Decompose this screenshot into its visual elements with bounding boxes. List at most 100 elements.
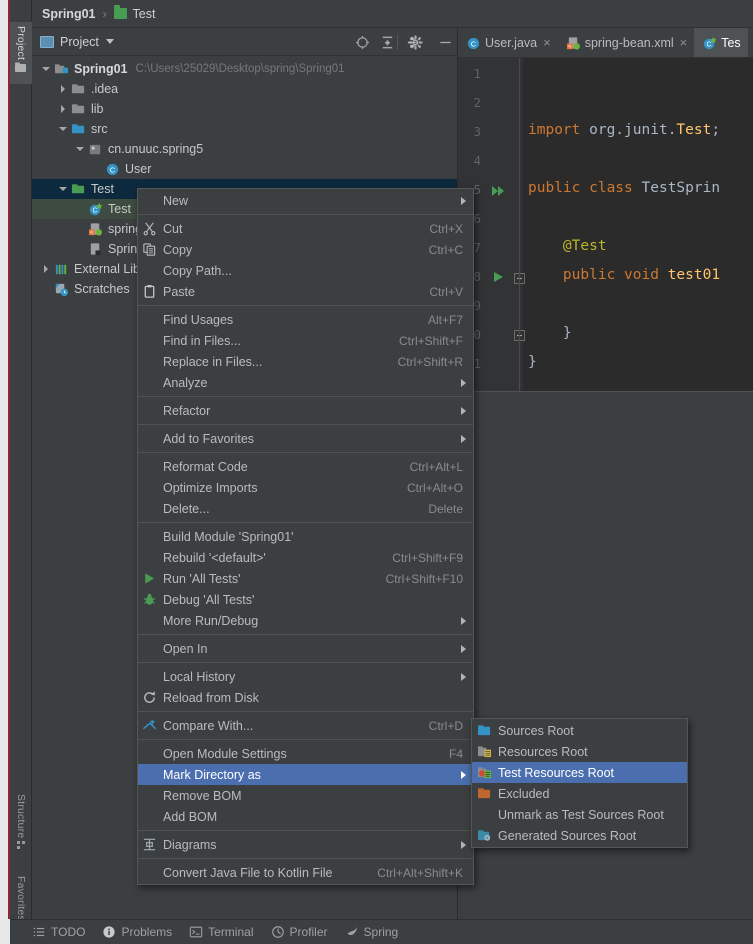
submenu-arrow-icon (461, 407, 466, 415)
menu-item-cut[interactable]: Cut Ctrl+X (138, 218, 473, 239)
menu-item-label: Diagrams (163, 837, 217, 852)
expand-all-icon[interactable] (380, 35, 395, 50)
editor-tab-spring-bean-xml[interactable]: < spring-bean.xml × (558, 28, 695, 57)
chevron-down-icon[interactable] (59, 185, 68, 194)
menu-item-copy[interactable]: Copy Ctrl+C (138, 239, 473, 260)
debug-icon (142, 592, 157, 607)
menu-item-convert-java-file-to-kotlin-file[interactable]: Convert Java File to Kotlin File Ctrl+Alt… (138, 862, 473, 883)
submenu-item-generated-sources-root[interactable]: Generated Sources Root (472, 825, 687, 846)
menu-item-analyze[interactable]: Analyze (138, 372, 473, 393)
run-test-gutter-icon[interactable] (491, 270, 507, 287)
menu-item-label: Find Usages (163, 312, 234, 327)
menu-item-find-in-files[interactable]: Find in Files... Ctrl+Shift+F (138, 330, 473, 351)
menu-item-label: Find in Files... (163, 333, 241, 348)
chevron-down-icon[interactable] (105, 39, 114, 44)
tree-node-cn-unuuc-spring5[interactable]: cn.unuuc.spring5 (32, 139, 457, 159)
chevron-down-icon[interactable] (76, 145, 85, 154)
breadcrumb-project[interactable]: Spring01 (42, 7, 96, 21)
status-bar-problems[interactable]: Problems (102, 925, 172, 939)
tree-node-label: .idea (91, 82, 119, 96)
status-bar-terminal[interactable]: Terminal (189, 925, 254, 939)
menu-item-more-run-debug[interactable]: More Run/Debug (138, 610, 473, 631)
folder-gray-icon (71, 82, 86, 97)
context-menu[interactable]: New Cut Ctrl+X Copy Ctrl+C Copy Path... Paste C… (137, 188, 474, 885)
status-bar-profiler[interactable]: Profiler (271, 925, 328, 939)
menu-item-optimize-imports[interactable]: Optimize Imports Ctrl+Alt+O (138, 477, 473, 498)
menu-item-debug-all-tests[interactable]: Debug 'All Tests' (138, 589, 473, 610)
submenu-item-resources-root[interactable]: Resources Root (472, 741, 687, 762)
menu-item-add-bom[interactable]: Add BOM (138, 806, 473, 827)
menu-item-run-all-tests[interactable]: Run 'All Tests' Ctrl+Shift+F10 (138, 568, 473, 589)
java-class-icon: C (466, 36, 480, 50)
tool-button-project[interactable]: Project (10, 22, 32, 84)
editor-tab-user-java[interactable]: C User.java × (458, 28, 558, 57)
menu-separator (138, 305, 473, 306)
submenu-item-label: Generated Sources Root (498, 828, 637, 843)
tool-button-structure[interactable]: Structure (10, 790, 32, 856)
menu-item-reformat-code[interactable]: Reformat Code Ctrl+Alt+L (138, 456, 473, 477)
menu-item-compare-with[interactable]: Compare With... Ctrl+D (138, 715, 473, 736)
menu-item-local-history[interactable]: Local History (138, 666, 473, 687)
close-icon[interactable]: × (680, 36, 688, 49)
java-class-icon: C (105, 162, 120, 177)
submenu-item-test-resources-root[interactable]: Test Resources Root (472, 762, 687, 783)
code-text[interactable]: import org.junit.Test; public class Test… (528, 58, 753, 391)
run-all-tests-gutter-icon[interactable] (491, 184, 507, 201)
gear-icon[interactable] (408, 35, 423, 50)
spring-xml-icon: < (88, 222, 103, 237)
menu-item-remove-bom[interactable]: Remove BOM (138, 785, 473, 806)
menu-item-refactor[interactable]: Refactor (138, 400, 473, 421)
locate-icon[interactable] (355, 35, 370, 50)
menu-item-open-in[interactable]: Open In (138, 638, 473, 659)
tree-node-lib[interactable]: lib (32, 99, 457, 119)
menu-item-reload-from-disk[interactable]: Reload from Disk (138, 687, 473, 708)
submenu-item-sources-root[interactable]: Sources Root (472, 720, 687, 741)
chevron-right-icon[interactable] (59, 84, 68, 94)
menu-item-label: Optimize Imports (163, 480, 258, 495)
menu-item-new[interactable]: New (138, 190, 473, 211)
menu-item-paste[interactable]: Paste Ctrl+V (138, 281, 473, 302)
status-bar-spring[interactable]: Spring (345, 925, 399, 939)
menu-item-delete[interactable]: Delete... Delete (138, 498, 473, 519)
menu-item-build-module-spring01[interactable]: Build Module 'Spring01' (138, 526, 473, 547)
menu-item-label: Reformat Code (163, 459, 248, 474)
menu-item-find-usages[interactable]: Find Usages Alt+F7 (138, 309, 473, 330)
menu-item-open-module-settings[interactable]: Open Module Settings F4 (138, 743, 473, 764)
menu-item-label: Open Module Settings (163, 746, 287, 761)
status-bar-todo[interactable]: TODO (32, 925, 85, 939)
close-icon[interactable]: × (543, 36, 551, 49)
menu-item-replace-in-files[interactable]: Replace in Files... Ctrl+Shift+R (138, 351, 473, 372)
tool-window-bar-left: Project Structure Favorites (10, 0, 32, 944)
menu-item-mark-directory-as[interactable]: Mark Directory as (138, 764, 473, 785)
chevron-down-icon[interactable] (59, 125, 68, 134)
status-bar-label: Spring (363, 925, 399, 939)
menu-separator (138, 396, 473, 397)
package-icon (88, 142, 103, 157)
line-number: 4 (473, 153, 481, 168)
tree-node--idea[interactable]: .idea (32, 79, 457, 99)
submenu-arrow-icon (461, 771, 466, 779)
menu-item-label: Delete... (163, 501, 210, 516)
submenu-item-excluded[interactable]: Excluded (472, 783, 687, 804)
menu-item-diagrams[interactable]: Diagrams (138, 834, 473, 855)
tree-node-src[interactable]: src (32, 119, 457, 139)
tree-node-spring01[interactable]: Spring01 C:\Users\25029\Desktop\spring\Sp… (32, 59, 457, 79)
code-editor[interactable]: 1 2 3 4 5 6 7 8 9 10 11 impor (458, 58, 753, 391)
editor-tabs[interactable]: C User.java × < spring-bean.xml × C Tes (458, 28, 753, 919)
breadcrumb-folder[interactable]: Test (133, 7, 156, 21)
menu-item-copy-path[interactable]: Copy Path... (138, 260, 473, 281)
chevron-right-icon[interactable] (59, 104, 68, 114)
tree-node-user[interactable]: C User (32, 159, 457, 179)
editor-tab-tes[interactable]: C Tes (694, 28, 748, 57)
menu-item-add-to-favorites[interactable]: Add to Favorites (138, 428, 473, 449)
chevron-down-icon[interactable] (42, 65, 51, 74)
submenu-item-unmark-as-test-sources-root[interactable]: Unmark as Test Sources Root (472, 804, 687, 825)
hide-icon[interactable] (438, 35, 453, 50)
line-number: 9 (473, 298, 481, 313)
menu-item-rebuild-default[interactable]: Rebuild '<default>' Ctrl+Shift+F9 (138, 547, 473, 568)
mark-directory-as-submenu[interactable]: Sources Root Resources Root Test Resources… (471, 718, 688, 848)
menu-item-label: Reload from Disk (163, 690, 259, 705)
chevron-right-icon[interactable] (42, 264, 51, 274)
menu-separator (138, 452, 473, 453)
code-keyword-class: class (580, 180, 633, 196)
